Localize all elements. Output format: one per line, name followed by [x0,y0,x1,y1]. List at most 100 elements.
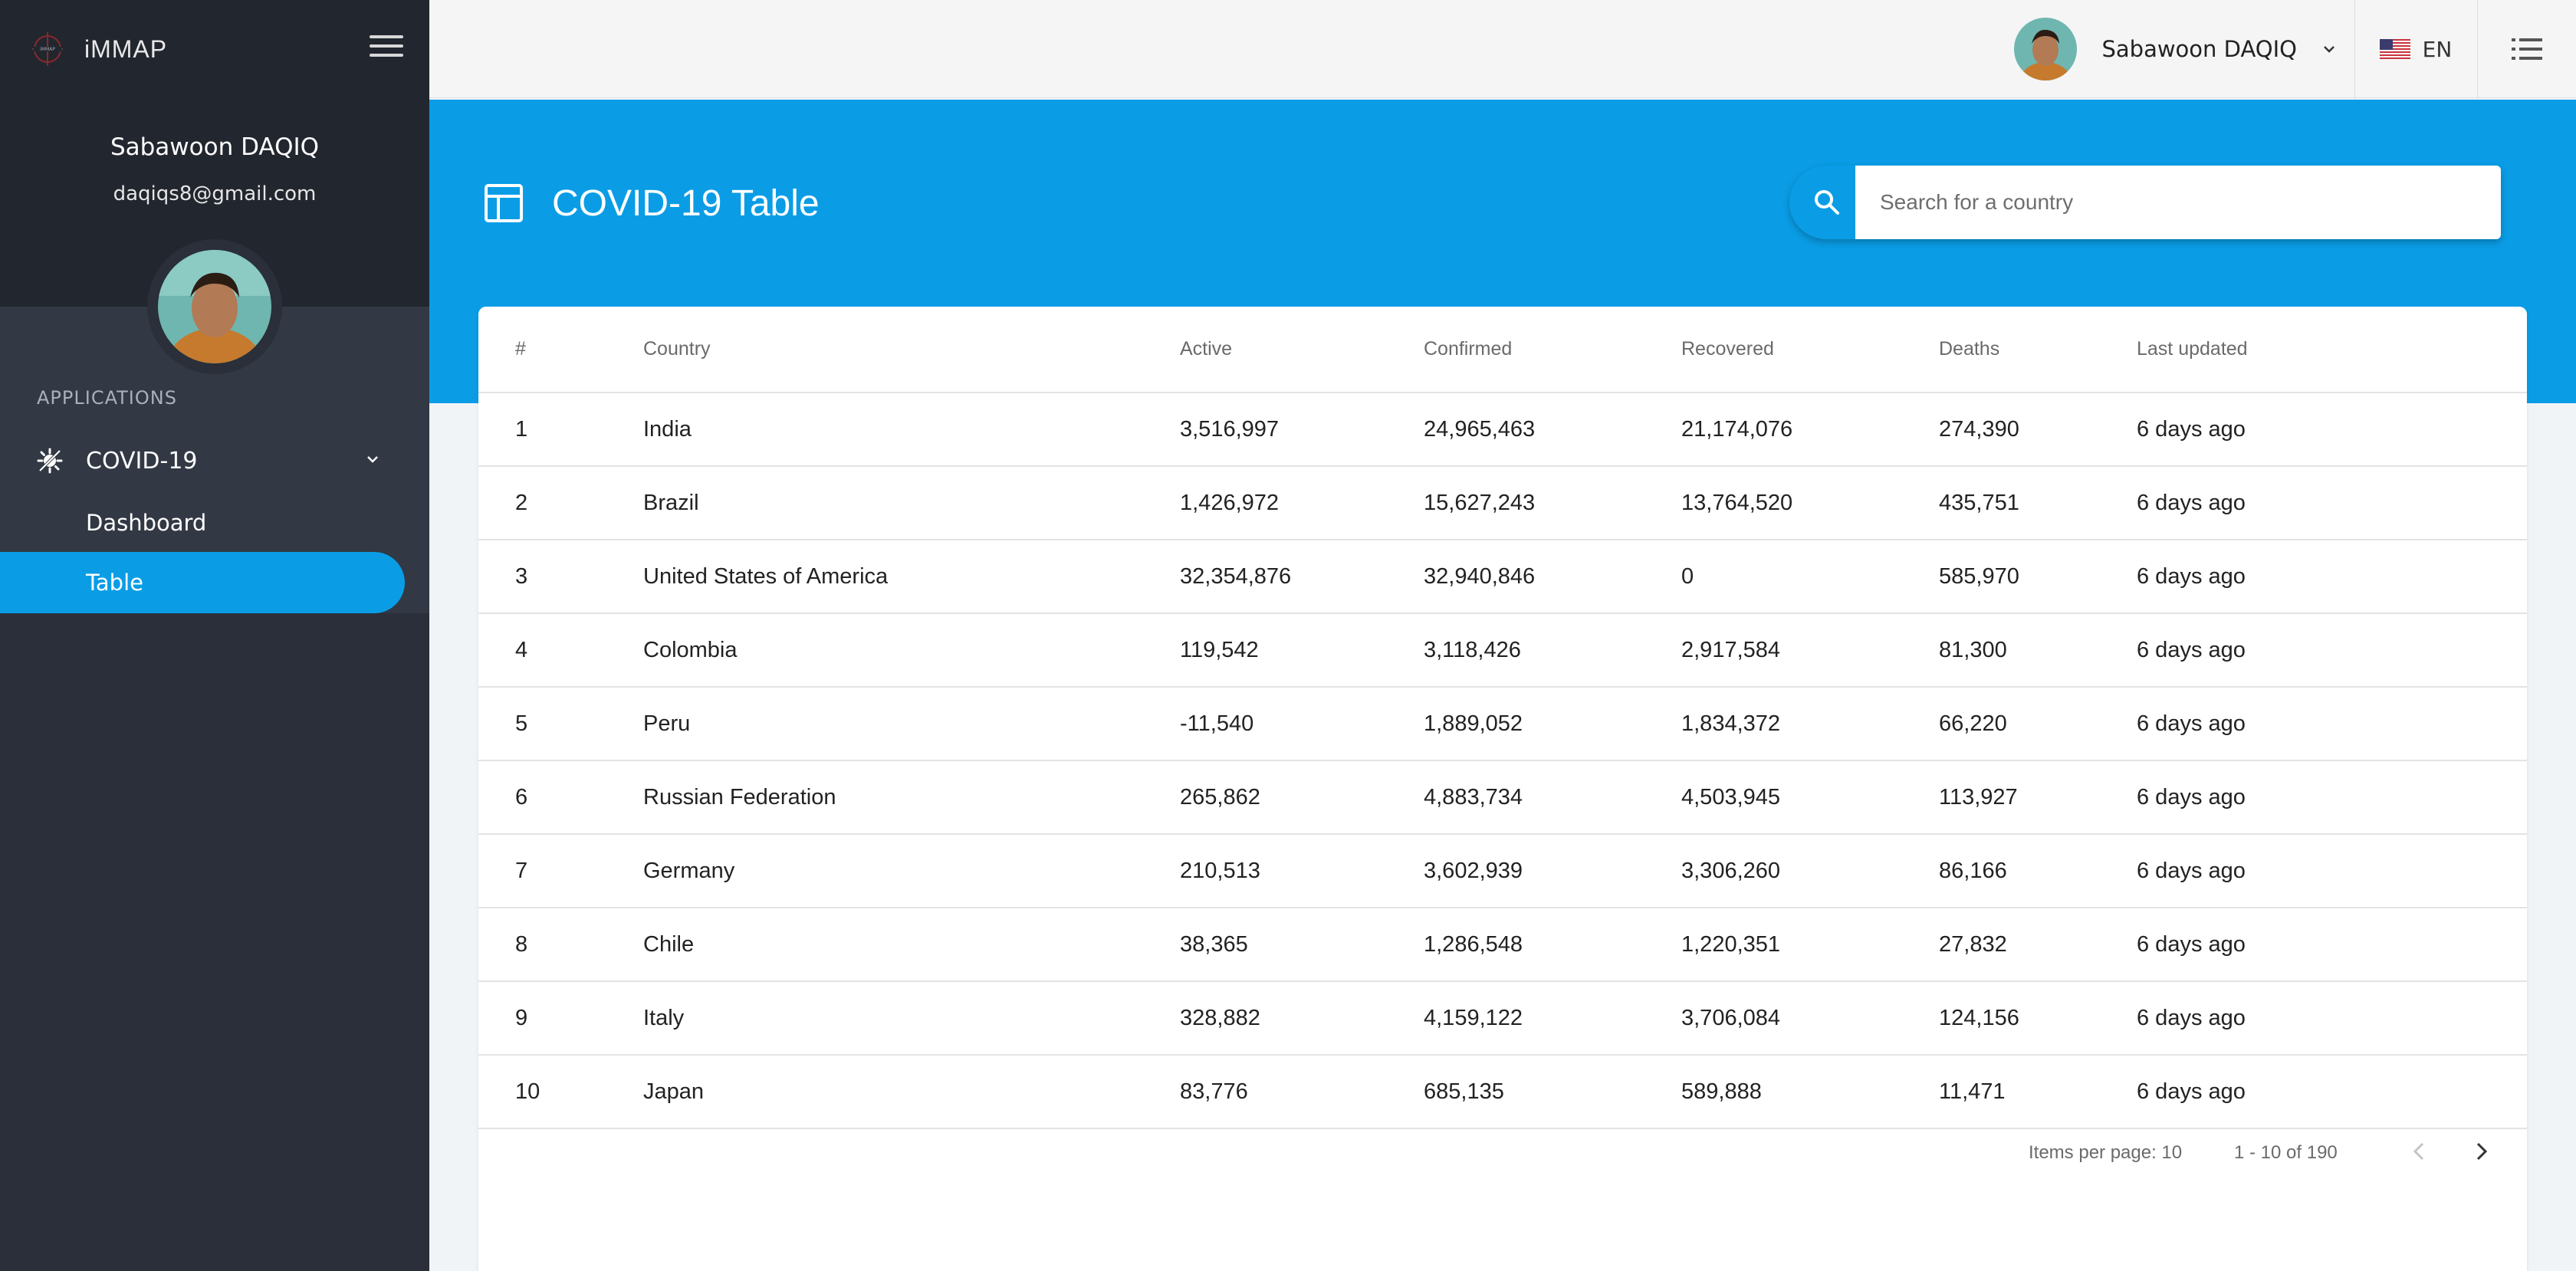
table-row[interactable]: 1 India 3,516,997 24,965,463 21,174,076 274,3… [478,392,2527,467]
cell-deaths: 124,156 [1939,981,2137,1056]
search-icon [1789,166,1855,239]
sidebar-item-table[interactable]: Table [0,552,405,613]
previous-page-button[interactable] [2403,1135,2436,1168]
table-body: 1 India 3,516,997 24,965,463 21,174,076 274,3… [478,392,2527,1129]
cell-active: -11,540 [1180,687,1424,761]
cell-index: 8 [478,908,643,982]
svg-text:iMMAP: iMMAP [40,47,55,52]
cell-active: 328,882 [1180,981,1424,1056]
cell-country: Colombia [643,613,1180,688]
cell-index: 1 [478,392,643,467]
cell-recovered: 3,306,260 [1681,834,1939,908]
items-per-page[interactable]: Items per page: 10 [2029,1142,2182,1164]
app-name: iMMAP [84,34,168,63]
sidebar: iMMAP iMMAP Sabawoon DAQIQ daqiqs8@gmail… [0,0,429,1271]
table-row[interactable]: 5 Peru -11,540 1,889,052 1,834,372 66,220 6 da… [478,687,2527,761]
cell-confirmed: 4,883,734 [1424,760,1681,835]
cell-deaths: 435,751 [1939,466,2137,540]
topbar-user-name: Sabawoon DAQIQ [2101,36,2297,62]
avatar-image [158,250,271,363]
cell-active: 1,426,972 [1180,466,1424,540]
cell-country: Peru [643,687,1180,761]
cell-recovered: 13,764,520 [1681,466,1939,540]
table-row[interactable]: 3 United States of America 32,354,876 32,94… [478,540,2527,614]
sidebar-user-name: Sabawoon DAQIQ [110,133,320,161]
table-row[interactable]: 8 Chile 38,365 1,286,548 1,220,351 27,832 6 da… [478,908,2527,982]
cell-country: Germany [643,834,1180,908]
cell-recovered: 3,706,084 [1681,981,1939,1056]
language-selector[interactable]: EN [2355,0,2476,98]
covid-table-card: # Country Active Confirmed Recovered Dea… [478,307,2527,1271]
cell-index: 2 [478,466,643,540]
user-menu-button[interactable]: Sabawoon DAQIQ [2014,0,2354,98]
cell-deaths: 113,927 [1939,760,2137,835]
sidebar-group-covid19[interactable]: COVID-19 [0,433,429,488]
cell-confirmed: 3,602,939 [1424,834,1681,908]
us-flag-icon [2379,39,2410,59]
cell-last-updated: 6 days ago [2137,466,2527,540]
cell-last-updated: 6 days ago [2137,392,2527,467]
table-header-row: # Country Active Confirmed Recovered Dea… [478,307,2527,393]
top-bar: Sabawoon DAQIQ EN [429,0,2576,98]
column-header-deaths[interactable]: Deaths [1939,307,2137,393]
column-header-active[interactable]: Active [1180,307,1424,393]
table-row[interactable]: 2 Brazil 1,426,972 15,627,243 13,764,520 435,… [478,466,2527,540]
cell-confirmed: 3,118,426 [1424,613,1681,688]
table-icon [485,184,523,222]
menu-toggle-icon[interactable] [370,35,403,63]
cell-country: India [643,392,1180,467]
page-header: COVID-19 Table [483,176,820,230]
cell-last-updated: 6 days ago [2137,908,2527,982]
sidebar-user-email: daqiqs8@gmail.com [113,182,317,205]
search-input[interactable] [1855,166,2501,239]
sidebar-item-dashboard[interactable]: Dashboard [0,498,429,547]
covid-table: # Country Active Confirmed Recovered Dea… [478,307,2527,1129]
cell-index: 6 [478,760,643,835]
language-label: EN [2422,36,2453,62]
cell-index: 5 [478,687,643,761]
table-row[interactable]: 9 Italy 328,882 4,159,122 3,706,084 124,156 6 … [478,981,2527,1056]
table-row[interactable]: 6 Russian Federation 265,862 4,883,734 4,503… [478,760,2527,835]
cell-last-updated: 6 days ago [2137,981,2527,1056]
chevron-down-icon [2324,46,2334,53]
list-menu-icon[interactable] [2478,0,2576,98]
cell-deaths: 81,300 [1939,613,2137,688]
table-row[interactable]: 7 Germany 210,513 3,602,939 3,306,260 86,166 6… [478,834,2527,908]
cell-confirmed: 24,965,463 [1424,392,1681,467]
cell-last-updated: 6 days ago [2137,834,2527,908]
cell-recovered: 1,834,372 [1681,687,1939,761]
cell-country: Brazil [643,466,1180,540]
cell-recovered: 0 [1681,540,1939,614]
column-header-country[interactable]: Country [643,307,1180,393]
next-page-button[interactable] [2464,1135,2498,1168]
sidebar-logo-row: iMMAP iMMAP [28,26,403,72]
cell-deaths: 274,390 [1939,392,2137,467]
chevron-down-icon [367,456,378,463]
column-header-recovered[interactable]: Recovered [1681,307,1939,393]
cell-country: Chile [643,908,1180,982]
page-range: 1 - 10 of 190 [2234,1142,2338,1163]
cell-active: 32,354,876 [1180,540,1424,614]
cell-country: Italy [643,981,1180,1056]
cell-confirmed: 1,889,052 [1424,687,1681,761]
cell-deaths: 86,166 [1939,834,2137,908]
page-title: COVID-19 Table [552,182,820,224]
column-header-index: # [478,307,643,393]
cell-country: Russian Federation [643,760,1180,835]
cell-active: 3,516,997 [1180,392,1424,467]
cell-active: 210,513 [1180,834,1424,908]
cell-deaths: 66,220 [1939,687,2137,761]
cell-recovered: 4,503,945 [1681,760,1939,835]
column-header-confirmed[interactable]: Confirmed [1424,307,1681,393]
search-box [1789,166,2501,239]
cell-index: 7 [478,834,643,908]
cell-country: United States of America [643,540,1180,614]
cell-index: 3 [478,540,643,614]
table-row[interactable]: 4 Colombia 119,542 3,118,426 2,917,584 81,300… [478,613,2527,688]
cell-last-updated: 6 days ago [2137,687,2527,761]
avatar [2014,18,2078,80]
cell-confirmed: 1,286,548 [1424,908,1681,982]
column-header-last-updated[interactable]: Last updated [2137,307,2527,393]
cell-last-updated: 6 days ago [2137,540,2527,614]
immap-logo-icon: iMMAP [28,29,67,69]
